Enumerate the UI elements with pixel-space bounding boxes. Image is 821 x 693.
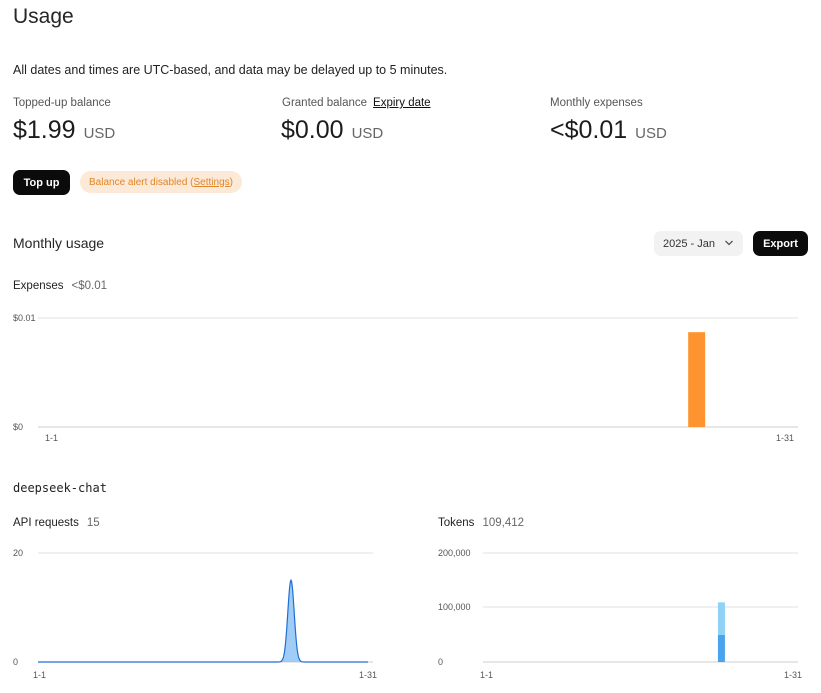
x-tick-label-start: 1-1 [45,433,58,443]
topped-up-balance: $1.99 USD [13,116,115,145]
monthly-expenses-label: Monthly expenses [550,97,643,109]
tokens-label: Tokens [438,517,475,529]
expenses-chart: $0.01 $0 1-1 1-31 [13,313,798,443]
top-up-button[interactable]: Top up [13,170,70,195]
y-tick-label-top: 20 [13,548,23,558]
utc-notice: All dates and times are UTC-based, and d… [13,63,448,77]
y-tick-label-bottom: 0 [13,657,18,667]
topped-up-amount: $1.99 [13,116,76,144]
api-requests-chart: 20 0 1-1 1-31 [13,548,377,680]
currency-label: USD [635,125,667,142]
y-tick-label-mid: 100,000 [438,602,471,612]
x-tick-label-end: 1-31 [776,433,794,443]
expenses-label: Expenses [13,280,64,292]
balance-alert-badge: Balance alert disabled (Settings) [80,171,242,193]
alert-settings-link[interactable]: Settings [194,177,230,188]
granted-balance-label: Granted balance [282,97,368,109]
monthly-expenses-amount: <$0.01 [550,116,628,144]
x-tick-label-end: 1-31 [784,670,802,680]
requests-area [38,580,368,662]
granted-balance: $0.00 USD [281,116,383,145]
y-tick-label-top: $0.01 [13,313,36,323]
monthly-usage-title: Monthly usage [13,235,105,251]
x-tick-label-start: 1-1 [480,670,493,680]
granted-amount: $0.00 [281,116,344,144]
tokens-stat: Tokens 109,412 [438,513,524,531]
requests-line [38,578,368,663]
month-selected-value: 2025 - Jan [663,237,715,250]
tokens-bar-segment-lower [717,634,725,662]
export-button[interactable]: Export [753,231,808,256]
chevron-down-icon [725,240,733,246]
alert-text-end: ) [229,176,233,188]
tokens-value: 109,412 [482,517,525,529]
x-tick-label-end: 1-31 [359,670,377,680]
api-requests-stat: API requests 15 [13,513,100,531]
expenses-stat: Expenses <$0.01 [13,276,107,294]
y-tick-label-bottom: $0 [13,422,23,432]
currency-label: USD [351,125,384,142]
x-tick-label-start: 1-1 [33,670,46,680]
page-title: Usage [13,5,74,28]
topped-up-balance-label: Topped-up balance [13,97,111,109]
granted-balance-header: Granted balance Expiry date [282,97,431,109]
alert-text: Balance alert disabled ( [89,176,194,188]
api-requests-value: 15 [86,517,100,529]
tokens-chart: 200,000 100,000 0 1-1 1-31 [438,548,802,680]
tokens-bar-segment-upper [717,602,725,635]
y-tick-label-top: 200,000 [438,548,471,558]
expenses-value: <$0.01 [71,280,108,292]
api-requests-label: API requests [13,517,79,529]
model-name: deepseek-chat [13,481,107,495]
monthly-expenses: <$0.01 USD [550,116,667,145]
y-tick-label-bottom: 0 [438,657,443,667]
currency-label: USD [83,125,116,142]
month-selector[interactable]: 2025 - Jan [654,231,743,256]
expense-bar [688,332,706,427]
expiry-date-link[interactable]: Expiry date [373,97,431,109]
